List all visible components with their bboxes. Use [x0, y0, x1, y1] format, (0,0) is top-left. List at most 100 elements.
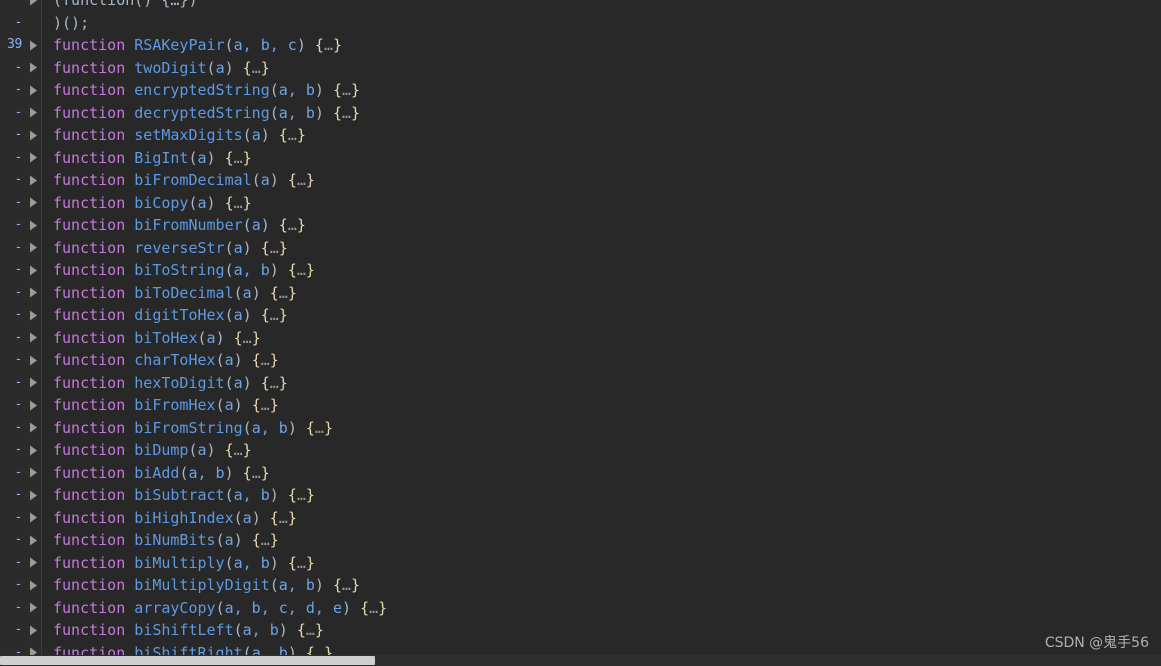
triangle-right-icon[interactable]: [26, 529, 40, 552]
code-line[interactable]: - function decryptedString(a, b) {…}: [0, 102, 1161, 125]
function-name-token[interactable]: biFromDecimal: [134, 171, 251, 189]
function-name-token[interactable]: BigInt: [134, 149, 188, 167]
code-text[interactable]: function biCopy(a) {…}: [53, 192, 252, 215]
triangle-right-icon[interactable]: [26, 34, 40, 57]
code-line[interactable]: -)();: [0, 12, 1161, 35]
triangle-right-icon[interactable]: [26, 507, 40, 530]
code-text[interactable]: function hexToDigit(a) {…}: [53, 372, 288, 395]
code-text[interactable]: function biFromDecimal(a) {…}: [53, 169, 315, 192]
function-name-token[interactable]: encryptedString: [134, 81, 269, 99]
function-name-token[interactable]: biFromHex: [134, 396, 215, 414]
code-text[interactable]: function charToHex(a) {…}: [53, 349, 279, 372]
function-name-token[interactable]: digitToHex: [134, 306, 224, 324]
collapsed-body-token[interactable]: {…}: [288, 261, 315, 279]
horizontal-scrollbar-thumb[interactable]: [0, 656, 375, 665]
function-name-token[interactable]: biSubtract: [134, 486, 224, 504]
function-name-token[interactable]: arrayCopy: [134, 599, 215, 617]
triangle-right-icon[interactable]: [26, 462, 40, 485]
triangle-right-icon[interactable]: [26, 102, 40, 125]
code-line[interactable]: - function biToHex(a) {…}: [0, 327, 1161, 350]
function-name-token[interactable]: biHighIndex: [134, 509, 233, 527]
triangle-right-icon[interactable]: [26, 372, 40, 395]
triangle-right-icon[interactable]: [26, 147, 40, 170]
code-text[interactable]: function biToDecimal(a) {…}: [53, 282, 297, 305]
code-line[interactable]: 39 function RSAKeyPair(a, b, c) {…}: [0, 34, 1161, 57]
function-name-token[interactable]: biMultiplyDigit: [134, 576, 269, 594]
triangle-right-icon[interactable]: [26, 79, 40, 102]
code-line[interactable]: (function() {…}): [0, 0, 1161, 12]
collapsed-body-token[interactable]: {…}: [261, 374, 288, 392]
triangle-right-icon[interactable]: [26, 574, 40, 597]
triangle-right-icon[interactable]: [26, 619, 40, 642]
code-text[interactable]: function reverseStr(a) {…}: [53, 237, 288, 260]
collapsed-body-token[interactable]: {…}: [360, 599, 387, 617]
collapsed-body-token[interactable]: {…}: [270, 509, 297, 527]
triangle-right-icon[interactable]: [26, 394, 40, 417]
code-line[interactable]: - function biToString(a, b) {…}: [0, 259, 1161, 282]
code-line[interactable]: - function reverseStr(a) {…}: [0, 237, 1161, 260]
code-line[interactable]: - function digitToHex(a) {…}: [0, 304, 1161, 327]
code-text[interactable]: function BigInt(a) {…}: [53, 147, 252, 170]
triangle-right-icon[interactable]: [26, 282, 40, 305]
collapsed-body-token[interactable]: {…}: [252, 531, 279, 549]
function-name-token[interactable]: setMaxDigits: [134, 126, 242, 144]
code-text[interactable]: function biToString(a, b) {…}: [53, 259, 315, 282]
triangle-right-icon[interactable]: [26, 552, 40, 575]
code-line[interactable]: - function biNumBits(a) {…}: [0, 529, 1161, 552]
function-name-token[interactable]: RSAKeyPair: [134, 36, 224, 54]
code-text[interactable]: function biFromNumber(a) {…}: [53, 214, 306, 237]
function-name-token[interactable]: biShiftLeft: [134, 621, 233, 639]
code-line[interactable]: - function hexToDigit(a) {…}: [0, 372, 1161, 395]
collapsed-body-token[interactable]: {…}: [279, 216, 306, 234]
function-name-token[interactable]: twoDigit: [134, 59, 206, 77]
code-line[interactable]: - function biAdd(a, b) {…}: [0, 462, 1161, 485]
function-name-token[interactable]: biToString: [134, 261, 224, 279]
code-line[interactable]: - function setMaxDigits(a) {…}: [0, 124, 1161, 147]
code-text[interactable]: function decryptedString(a, b) {…}: [53, 102, 360, 125]
triangle-right-icon[interactable]: [26, 214, 40, 237]
code-line[interactable]: - function biToDecimal(a) {…}: [0, 282, 1161, 305]
code-editor[interactable]: (function() {…}) -)(); 39 function RSAKeyPa…: [0, 0, 1161, 666]
code-line[interactable]: - function arrayCopy(a, b, c, d, e) {…}: [0, 597, 1161, 620]
collapsed-body-token[interactable]: {…}: [288, 171, 315, 189]
triangle-right-icon[interactable]: [26, 57, 40, 80]
function-name-token[interactable]: charToHex: [134, 351, 215, 369]
code-line[interactable]: - function BigInt(a) {…}: [0, 147, 1161, 170]
collapsed-body-token[interactable]: {…}: [243, 464, 270, 482]
triangle-right-icon[interactable]: [26, 124, 40, 147]
collapsed-body-token[interactable]: {…}: [225, 194, 252, 212]
code-line[interactable]: - function biFromHex(a) {…}: [0, 394, 1161, 417]
function-name-token[interactable]: reverseStr: [134, 239, 224, 257]
collapsed-body-token[interactable]: {…}: [279, 126, 306, 144]
triangle-right-icon[interactable]: [26, 327, 40, 350]
function-name-token[interactable]: decryptedString: [134, 104, 269, 122]
code-text[interactable]: function biFromString(a, b) {…}: [53, 417, 333, 440]
code-text[interactable]: function biShiftLeft(a, b) {…}: [53, 619, 324, 642]
collapsed-body-token[interactable]: {…}: [297, 621, 324, 639]
collapsed-body-token[interactable]: {…}: [333, 576, 360, 594]
code-text[interactable]: function biFromHex(a) {…}: [53, 394, 279, 417]
code-text[interactable]: function digitToHex(a) {…}: [53, 304, 288, 327]
code-line[interactable]: - function charToHex(a) {…}: [0, 349, 1161, 372]
code-text[interactable]: function encryptedString(a, b) {…}: [53, 79, 360, 102]
collapsed-body-token[interactable]: {…}: [288, 554, 315, 572]
code-text[interactable]: function biToHex(a) {…}: [53, 327, 261, 350]
triangle-right-icon[interactable]: [26, 597, 40, 620]
collapsed-body-token[interactable]: {…}: [333, 104, 360, 122]
code-text[interactable]: function arrayCopy(a, b, c, d, e) {…}: [53, 597, 387, 620]
function-name-token[interactable]: biCopy: [134, 194, 188, 212]
triangle-right-icon[interactable]: [26, 169, 40, 192]
collapsed-body-token[interactable]: {…}: [306, 419, 333, 437]
function-name-token[interactable]: biAdd: [134, 464, 179, 482]
collapsed-body-token[interactable]: {…}: [315, 36, 342, 54]
code-line[interactable]: - function biFromDecimal(a) {…}: [0, 169, 1161, 192]
triangle-right-icon[interactable]: [26, 439, 40, 462]
collapsed-body-token[interactable]: {…}: [333, 81, 360, 99]
code-line[interactable]: - function biMultiply(a, b) {…}: [0, 552, 1161, 575]
code-text[interactable]: function biHighIndex(a) {…}: [53, 507, 297, 530]
function-name-token[interactable]: biFromString: [134, 419, 242, 437]
code-text[interactable]: function biMultiply(a, b) {…}: [53, 552, 315, 575]
collapsed-body-token[interactable]: {…}: [243, 59, 270, 77]
code-line[interactable]: - function biSubtract(a, b) {…}: [0, 484, 1161, 507]
triangle-right-icon[interactable]: [26, 0, 40, 12]
